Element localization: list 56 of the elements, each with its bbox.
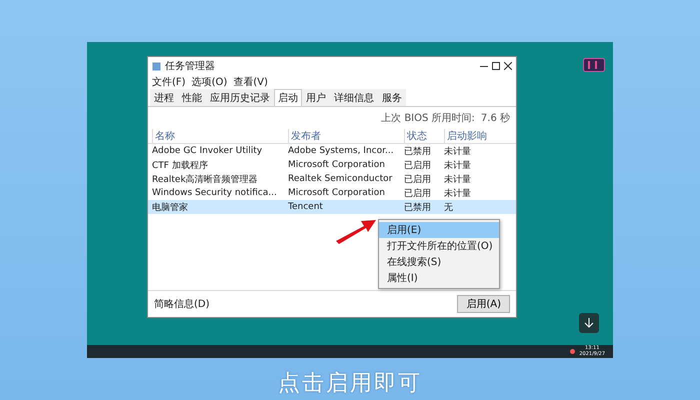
tray-icon[interactable] [570, 349, 576, 354]
table-cell-text: Tencent [288, 202, 324, 212]
startup-row[interactable]: Adobe GC Invoker Utility Adobe Systems, Incor... 已禁用 未计量 [148, 144, 516, 158]
table-cell-text: Adobe Systems, Incor... [288, 146, 395, 156]
tab[interactable]: 详细信息 [330, 89, 378, 106]
bios-time-value: 7.6 秒 [480, 112, 510, 125]
table-cell-text: 未计量 [444, 174, 472, 186]
table-cell-text: 未计量 [444, 146, 472, 158]
context-menu-item[interactable]: 在线搜索(S) [379, 254, 499, 270]
table-cell-text: 无 [444, 202, 454, 214]
column-header[interactable]: 状态 [404, 129, 444, 143]
menu-item[interactable]: 选项(O) [192, 75, 228, 89]
context-menu-item[interactable]: 启用(E) [379, 222, 499, 238]
table-cell-text: 已启用 [404, 188, 432, 200]
tab[interactable]: 应用历史记录 [206, 89, 274, 106]
context-menu-item[interactable]: 属性(I) [379, 270, 499, 286]
tab[interactable]: 用户 [302, 89, 330, 106]
startup-row[interactable]: Windows Security notifica... Microsoft Corporation 已启用 未计量 [148, 186, 516, 200]
table-cell-text: Realtek高清晰音频管理器 [152, 174, 259, 186]
tab[interactable]: 性能 [178, 89, 206, 106]
column-header[interactable]: 启动影响 [444, 129, 516, 143]
arrow-icon [334, 217, 378, 245]
table-cell-text: 已启用 [404, 160, 432, 172]
tab[interactable]: 进程 [150, 89, 178, 106]
table-cell-text: Microsoft Corporation [288, 188, 386, 198]
menu-item[interactable]: 文件(F) [152, 75, 186, 89]
subtitle-caption: 点击启用即可 [278, 370, 422, 398]
table-cell-text: Microsoft Corporation [288, 160, 386, 170]
column-header[interactable]: 名称 [152, 129, 288, 143]
table-cell-text: 电脑管家 [152, 202, 189, 214]
window-title: 任务管理器 [165, 60, 216, 73]
column-header[interactable]: 发布者 [288, 129, 404, 143]
app-icon [583, 58, 605, 72]
menu-item[interactable]: 查看(V) [233, 75, 268, 89]
download-icon [579, 313, 599, 333]
table-cell-text: CTF 加载程序 [152, 160, 209, 172]
startup-row[interactable]: 电脑管家 Tencent 已禁用 无 [148, 200, 516, 214]
table-cell-text: 已禁用 [404, 146, 432, 158]
table-cell-text: 未计量 [444, 160, 472, 172]
tab[interactable]: 服务 [378, 89, 406, 106]
table-cell-text: 已启用 [404, 174, 432, 186]
enable-button[interactable]: 启用(A) [457, 295, 510, 313]
tab[interactable]: 启动 [274, 89, 302, 106]
startup-row[interactable]: Realtek高清晰音频管理器 Realtek Semiconductor 已启用 未计量 [148, 172, 516, 186]
close-icon[interactable] [504, 62, 512, 70]
table-cell-text: Adobe GC Invoker Utility [152, 146, 264, 156]
table-cell-text: Windows Security notifica... [152, 188, 278, 198]
table-cell-text: 未计量 [444, 188, 472, 200]
context-menu-item[interactable]: 打开文件所在的位置(O) [379, 238, 499, 254]
table-cell-text: 已禁用 [404, 202, 432, 214]
fewer-details-link[interactable]: 简略信息(D) [154, 297, 210, 311]
bios-time-label: 上次 BIOS 所用时间: [381, 112, 475, 125]
maximize-icon[interactable] [492, 62, 500, 70]
table-cell-text: Realtek Semiconductor [288, 174, 394, 184]
app-icon [152, 62, 161, 70]
startup-row[interactable]: CTF 加载程序 Microsoft Corporation 已启用 未计量 [148, 158, 516, 172]
